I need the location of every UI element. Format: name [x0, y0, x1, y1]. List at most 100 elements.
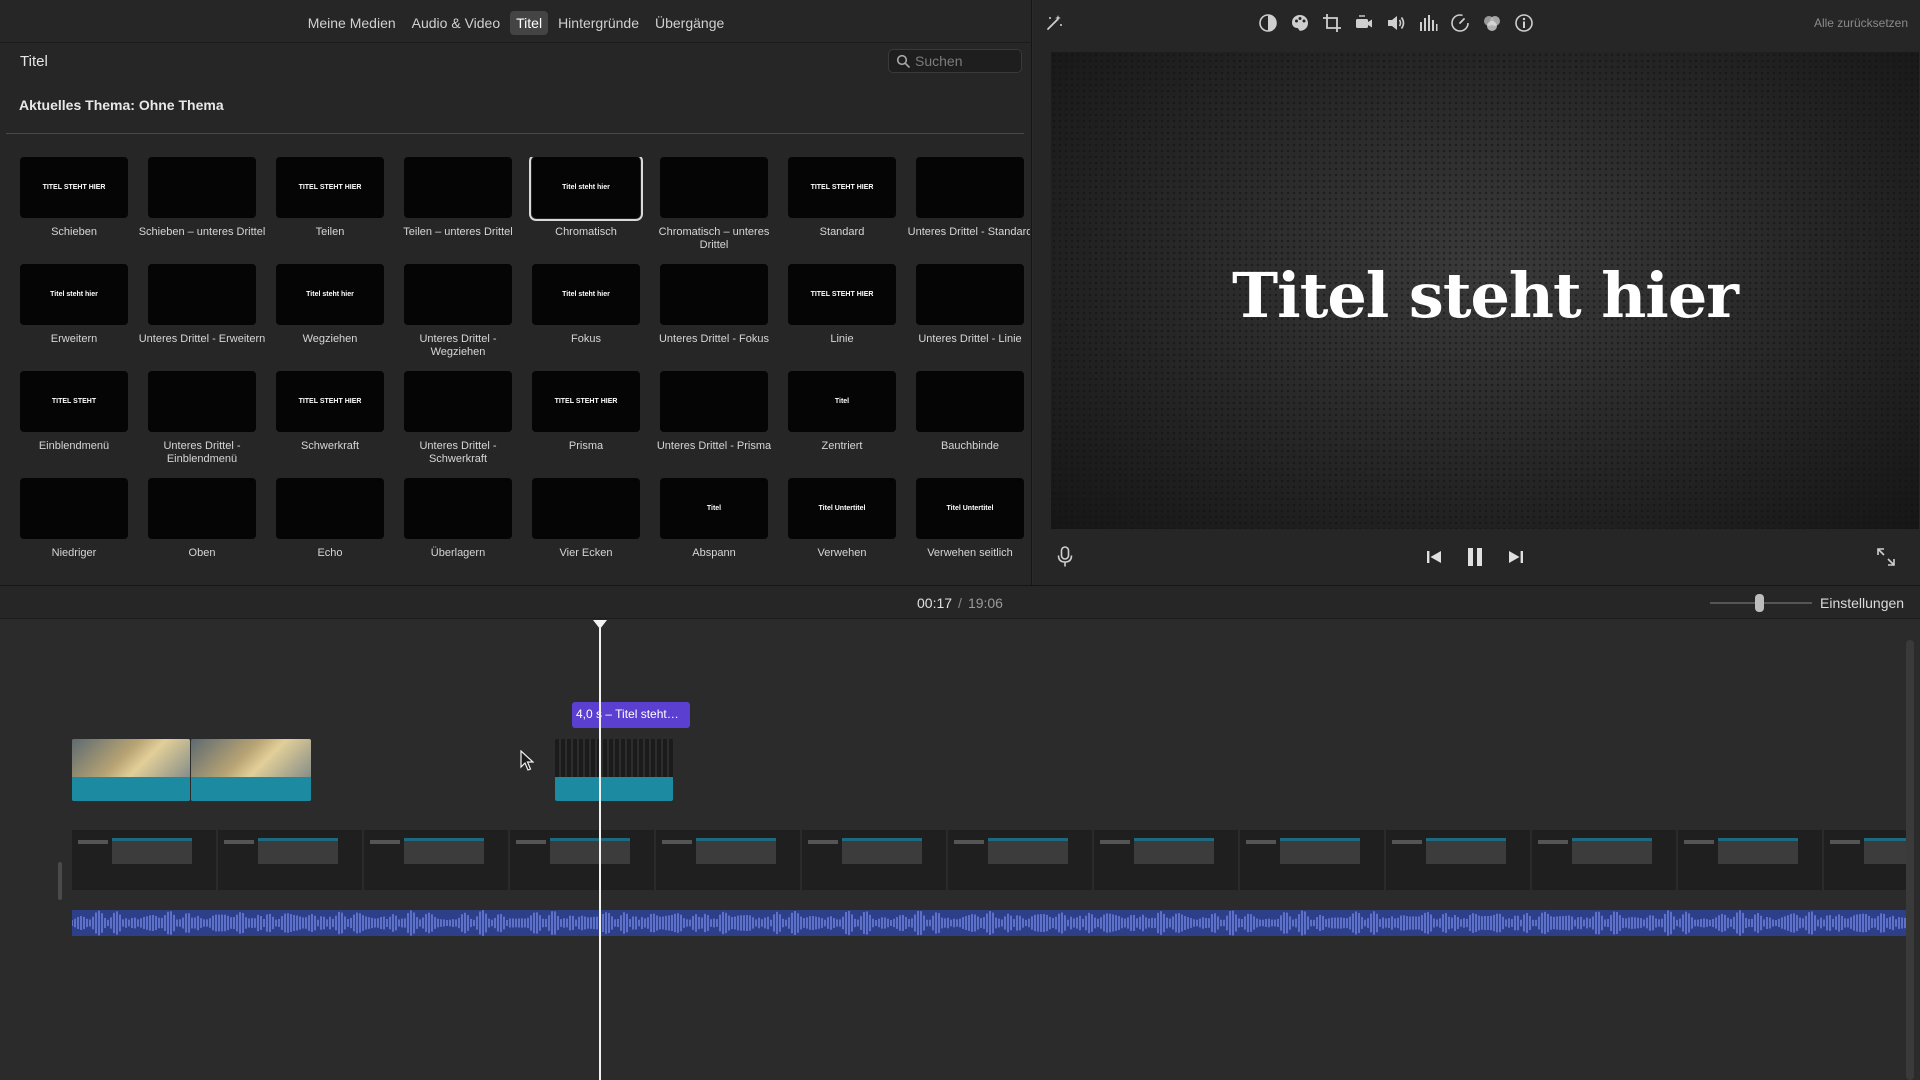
title-thumbnail[interactable] [148, 157, 256, 218]
media-tab[interactable]: Hintergründe [552, 11, 645, 35]
title-thumbnail[interactable]: TITEL STEHT [20, 371, 128, 432]
info-icon[interactable] [1513, 12, 1535, 34]
video-clip[interactable] [555, 739, 673, 801]
title-thumbnail[interactable] [660, 264, 768, 325]
title-thumbnail[interactable]: Titel Untertitel [916, 478, 1024, 539]
title-thumbnail[interactable]: Titel steht hier [529, 157, 643, 221]
reset-all-button[interactable]: Alle zurücksetzen [1814, 16, 1908, 30]
title-tile[interactable]: Chromatisch – unteres Drittel [659, 157, 769, 261]
title-tile[interactable]: Titel Abspann [660, 478, 768, 582]
title-thumbnail[interactable]: TITEL STEHT HIER [788, 264, 896, 325]
filter-icon[interactable] [1481, 12, 1503, 34]
title-thumbnail[interactable]: Titel steht hier [532, 264, 640, 325]
screen-recording-clip[interactable] [72, 830, 1906, 890]
title-tile[interactable]: TITEL STEHT Einblendmenü [20, 371, 128, 475]
title-tile[interactable]: Titel steht hier Erweitern [20, 264, 128, 368]
playhead[interactable] [599, 628, 601, 1080]
color-balance-icon[interactable] [1257, 12, 1279, 34]
crop-icon[interactable] [1321, 12, 1343, 34]
title-tile[interactable]: Oben [148, 478, 256, 582]
title-tile[interactable]: Unteres Drittel - Erweitern [139, 264, 265, 368]
title-tile[interactable]: TITEL STEHT HIER Standard [788, 157, 896, 261]
title-tile[interactable]: Überlagern [404, 478, 512, 582]
equalizer-icon[interactable] [1417, 12, 1439, 34]
title-thumbnail[interactable] [660, 371, 768, 432]
media-tab[interactable]: Übergänge [649, 11, 730, 35]
title-thumbnail[interactable] [148, 478, 256, 539]
search-box[interactable] [888, 49, 1022, 73]
title-tile[interactable]: Titel Zentriert [788, 371, 896, 475]
title-tile[interactable]: Schieben – unteres Drittel [139, 157, 265, 261]
search-input[interactable] [915, 52, 1019, 70]
title-tile[interactable]: Titel steht hier Fokus [532, 264, 640, 368]
title-tile[interactable]: TITEL STEHT HIER Teilen [276, 157, 384, 261]
title-tile[interactable]: Unteres Drittel - Prisma [657, 371, 771, 475]
title-thumbnail[interactable] [916, 264, 1024, 325]
title-thumbnail[interactable] [532, 478, 640, 539]
title-clip[interactable]: 4,0 s – Titel steht… [572, 702, 690, 728]
video-clip[interactable] [191, 739, 311, 801]
title-tile[interactable]: TITEL STEHT HIER Prisma [532, 371, 640, 475]
video-clip[interactable] [72, 739, 190, 801]
title-tile[interactable]: Bauchbinde [916, 371, 1024, 475]
audio-waveform-track[interactable] [72, 910, 1906, 936]
title-thumbnail[interactable] [404, 478, 512, 539]
title-thumbnail[interactable] [916, 157, 1024, 218]
title-thumbnail[interactable]: TITEL STEHT HIER [20, 157, 128, 218]
title-thumbnail[interactable]: TITEL STEHT HIER [532, 371, 640, 432]
title-thumbnail[interactable]: Titel Untertitel [788, 478, 896, 539]
media-tab[interactable]: Meine Medien [302, 11, 402, 35]
title-tile[interactable]: Unteres Drittel - Standard [908, 157, 1030, 261]
title-thumbnail[interactable] [916, 371, 1024, 432]
title-tile[interactable]: Unteres Drittel - Schwerkraft [404, 371, 512, 475]
title-thumbnail[interactable]: Titel steht hier [276, 264, 384, 325]
title-tile[interactable]: Echo [276, 478, 384, 582]
title-tile[interactable]: Titel steht hier Wegziehen [276, 264, 384, 368]
media-tab[interactable]: Titel [510, 11, 549, 35]
title-thumbnail[interactable] [148, 371, 256, 432]
title-thumbnail[interactable] [404, 157, 512, 218]
title-thumbnail[interactable]: TITEL STEHT HIER [788, 157, 896, 218]
color-correction-icon[interactable] [1289, 12, 1311, 34]
title-tile[interactable]: Teilen – unteres Drittel [403, 157, 513, 261]
title-tile[interactable]: Vier Ecken [532, 478, 640, 582]
title-thumbnail[interactable] [404, 264, 512, 325]
media-tab[interactable]: Audio & Video [406, 11, 506, 35]
preview-canvas[interactable]: Titel steht hier [1051, 52, 1919, 529]
timeline-scrollbar[interactable] [1906, 640, 1914, 1080]
magic-wand-icon[interactable] [1043, 12, 1065, 34]
title-tile[interactable]: TITEL STEHT HIER Linie [788, 264, 896, 368]
title-tile[interactable]: Niedriger [20, 478, 128, 582]
title-thumbnail[interactable] [20, 478, 128, 539]
title-thumbnail[interactable] [660, 157, 768, 218]
title-tile[interactable]: Titel Untertitel Verwehen seitlich [916, 478, 1024, 582]
microphone-icon[interactable] [1052, 544, 1078, 570]
title-tile[interactable]: TITEL STEHT HIER Schwerkraft [276, 371, 384, 475]
title-thumbnail[interactable]: Titel [788, 371, 896, 432]
fullscreen-icon[interactable] [1873, 544, 1899, 570]
title-tile[interactable]: Titel steht hier Chromatisch [529, 157, 643, 261]
track-handle[interactable] [58, 862, 62, 900]
skip-forward-icon[interactable] [1503, 544, 1529, 570]
pause-icon[interactable] [1462, 544, 1488, 570]
title-thumbnail[interactable]: TITEL STEHT HIER [276, 371, 384, 432]
skip-back-icon[interactable] [1421, 544, 1447, 570]
volume-icon[interactable] [1385, 12, 1407, 34]
title-thumbnail[interactable]: Titel steht hier [20, 264, 128, 325]
title-tile[interactable]: Unteres Drittel - Linie [916, 264, 1024, 368]
zoom-slider-knob[interactable] [1755, 594, 1764, 612]
title-thumbnail[interactable]: Titel [660, 478, 768, 539]
timeline[interactable]: 4,0 s – Titel steht… [0, 620, 1920, 1080]
title-thumbnail[interactable] [148, 264, 256, 325]
title-thumbnail[interactable] [404, 371, 512, 432]
title-tile[interactable]: Titel Untertitel Verwehen [788, 478, 896, 582]
title-thumbnail[interactable]: TITEL STEHT HIER [276, 157, 384, 218]
settings-button[interactable]: Einstellungen [1820, 595, 1904, 611]
title-tile[interactable]: Unteres Drittel - Fokus [659, 264, 769, 368]
title-thumbnail[interactable] [276, 478, 384, 539]
title-tile[interactable]: TITEL STEHT HIER Schieben [20, 157, 128, 261]
title-tile[interactable]: Unteres Drittel - Einblendmenü [148, 371, 256, 475]
title-tile[interactable]: Unteres Drittel - Wegziehen [404, 264, 512, 368]
speed-icon[interactable] [1449, 12, 1471, 34]
stabilization-icon[interactable] [1353, 12, 1375, 34]
